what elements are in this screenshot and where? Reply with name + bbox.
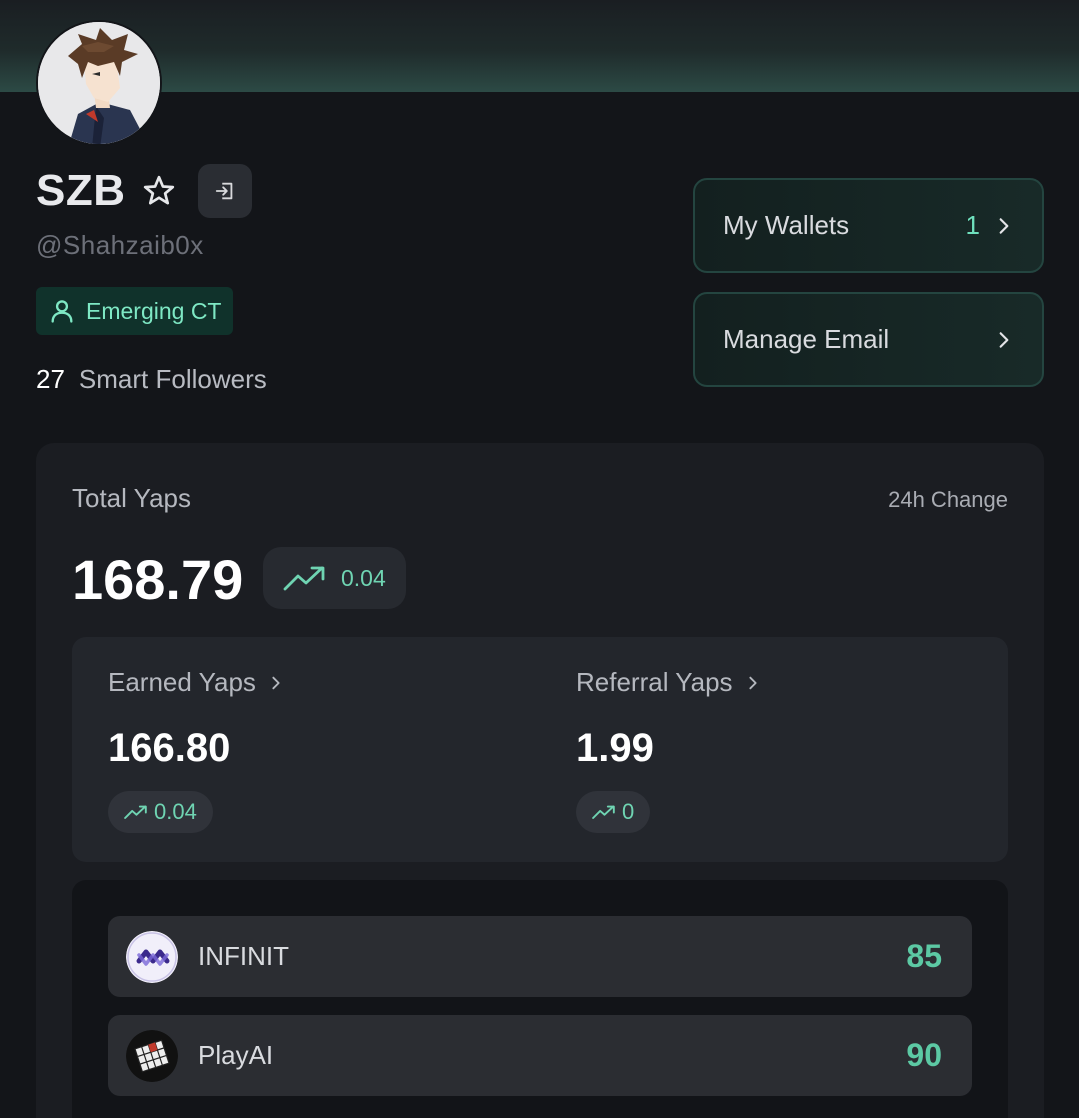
earned-yaps-link[interactable]: Earned Yaps: [108, 667, 284, 698]
referral-yaps-change: 0: [576, 791, 651, 833]
status-badge-label: Emerging CT: [86, 297, 222, 324]
referral-yaps-label: Referral Yaps: [576, 667, 733, 697]
profile-name: SZB: [36, 166, 126, 215]
total-yaps-value: 168.79: [72, 548, 244, 611]
total-yaps-label: Total Yaps: [72, 483, 192, 513]
earned-yaps-change-value: 0.04: [154, 799, 197, 824]
trending-up-icon: [283, 564, 327, 592]
project-name: INFINIT: [198, 941, 289, 971]
name-row: SZB: [36, 164, 252, 218]
project-score: 85: [906, 938, 942, 974]
chevron-right-icon: [268, 675, 284, 691]
yaps-card: Total Yaps 24h Change 168.79 0.04 Earned…: [36, 443, 1044, 1118]
followers-label: Smart Followers: [78, 364, 267, 394]
chevron-right-icon: [745, 675, 761, 691]
user-icon: [48, 297, 76, 325]
logout-icon: [214, 180, 236, 202]
list-item[interactable]: PlayAI 90: [108, 1015, 972, 1096]
earned-yaps-change: 0.04: [108, 791, 213, 833]
status-badge: Emerging CT: [36, 287, 234, 335]
followers-count: 27: [36, 364, 65, 394]
wallets-count: 1: [965, 210, 980, 240]
total-yaps-change: 0.04: [263, 547, 406, 609]
manage-email-button[interactable]: Manage Email: [693, 292, 1044, 387]
profile-page: SZB @Shahzaib0x Emerging CT 27 Smart Fol…: [0, 0, 1079, 1118]
referral-yaps-link[interactable]: Referral Yaps: [576, 667, 761, 698]
referral-yaps-value: 1.99: [576, 726, 654, 770]
earned-yaps-label: Earned Yaps: [108, 667, 256, 697]
playai-logo: [126, 1029, 178, 1082]
avatar[interactable]: [36, 20, 162, 146]
chevron-right-icon: [994, 330, 1014, 350]
referral-yaps-change-value: 0: [622, 799, 635, 824]
project-score: 90: [906, 1037, 942, 1073]
change-24h-label: 24h Change: [888, 487, 1008, 512]
chevron-right-icon: [994, 216, 1014, 236]
infinit-logo: [126, 930, 178, 983]
total-yaps-change-value: 0.04: [341, 564, 386, 591]
my-wallets-button[interactable]: My Wallets 1: [693, 178, 1044, 273]
earned-yaps-value: 166.80: [108, 726, 231, 770]
project-name: PlayAI: [198, 1040, 274, 1070]
star-icon[interactable]: [140, 172, 178, 210]
project-list: INFINIT 85 PlayAI 90: [72, 880, 1008, 1118]
logout-button[interactable]: [197, 164, 252, 218]
trending-up-icon: [124, 804, 148, 820]
list-item[interactable]: INFINIT 85: [108, 916, 972, 997]
referral-yaps: Referral Yaps 1.99 0: [576, 667, 761, 833]
earned-yaps: Earned Yaps 166.80 0.04: [108, 667, 284, 833]
yaps-breakdown: Earned Yaps 166.80 0.04 Referral Yaps 1.…: [72, 637, 1008, 862]
trending-up-icon: [592, 804, 616, 820]
my-wallets-label: My Wallets: [723, 210, 850, 240]
manage-email-label: Manage Email: [723, 324, 890, 354]
smart-followers[interactable]: 27 Smart Followers: [36, 364, 267, 395]
profile-handle: @Shahzaib0x: [36, 230, 204, 260]
